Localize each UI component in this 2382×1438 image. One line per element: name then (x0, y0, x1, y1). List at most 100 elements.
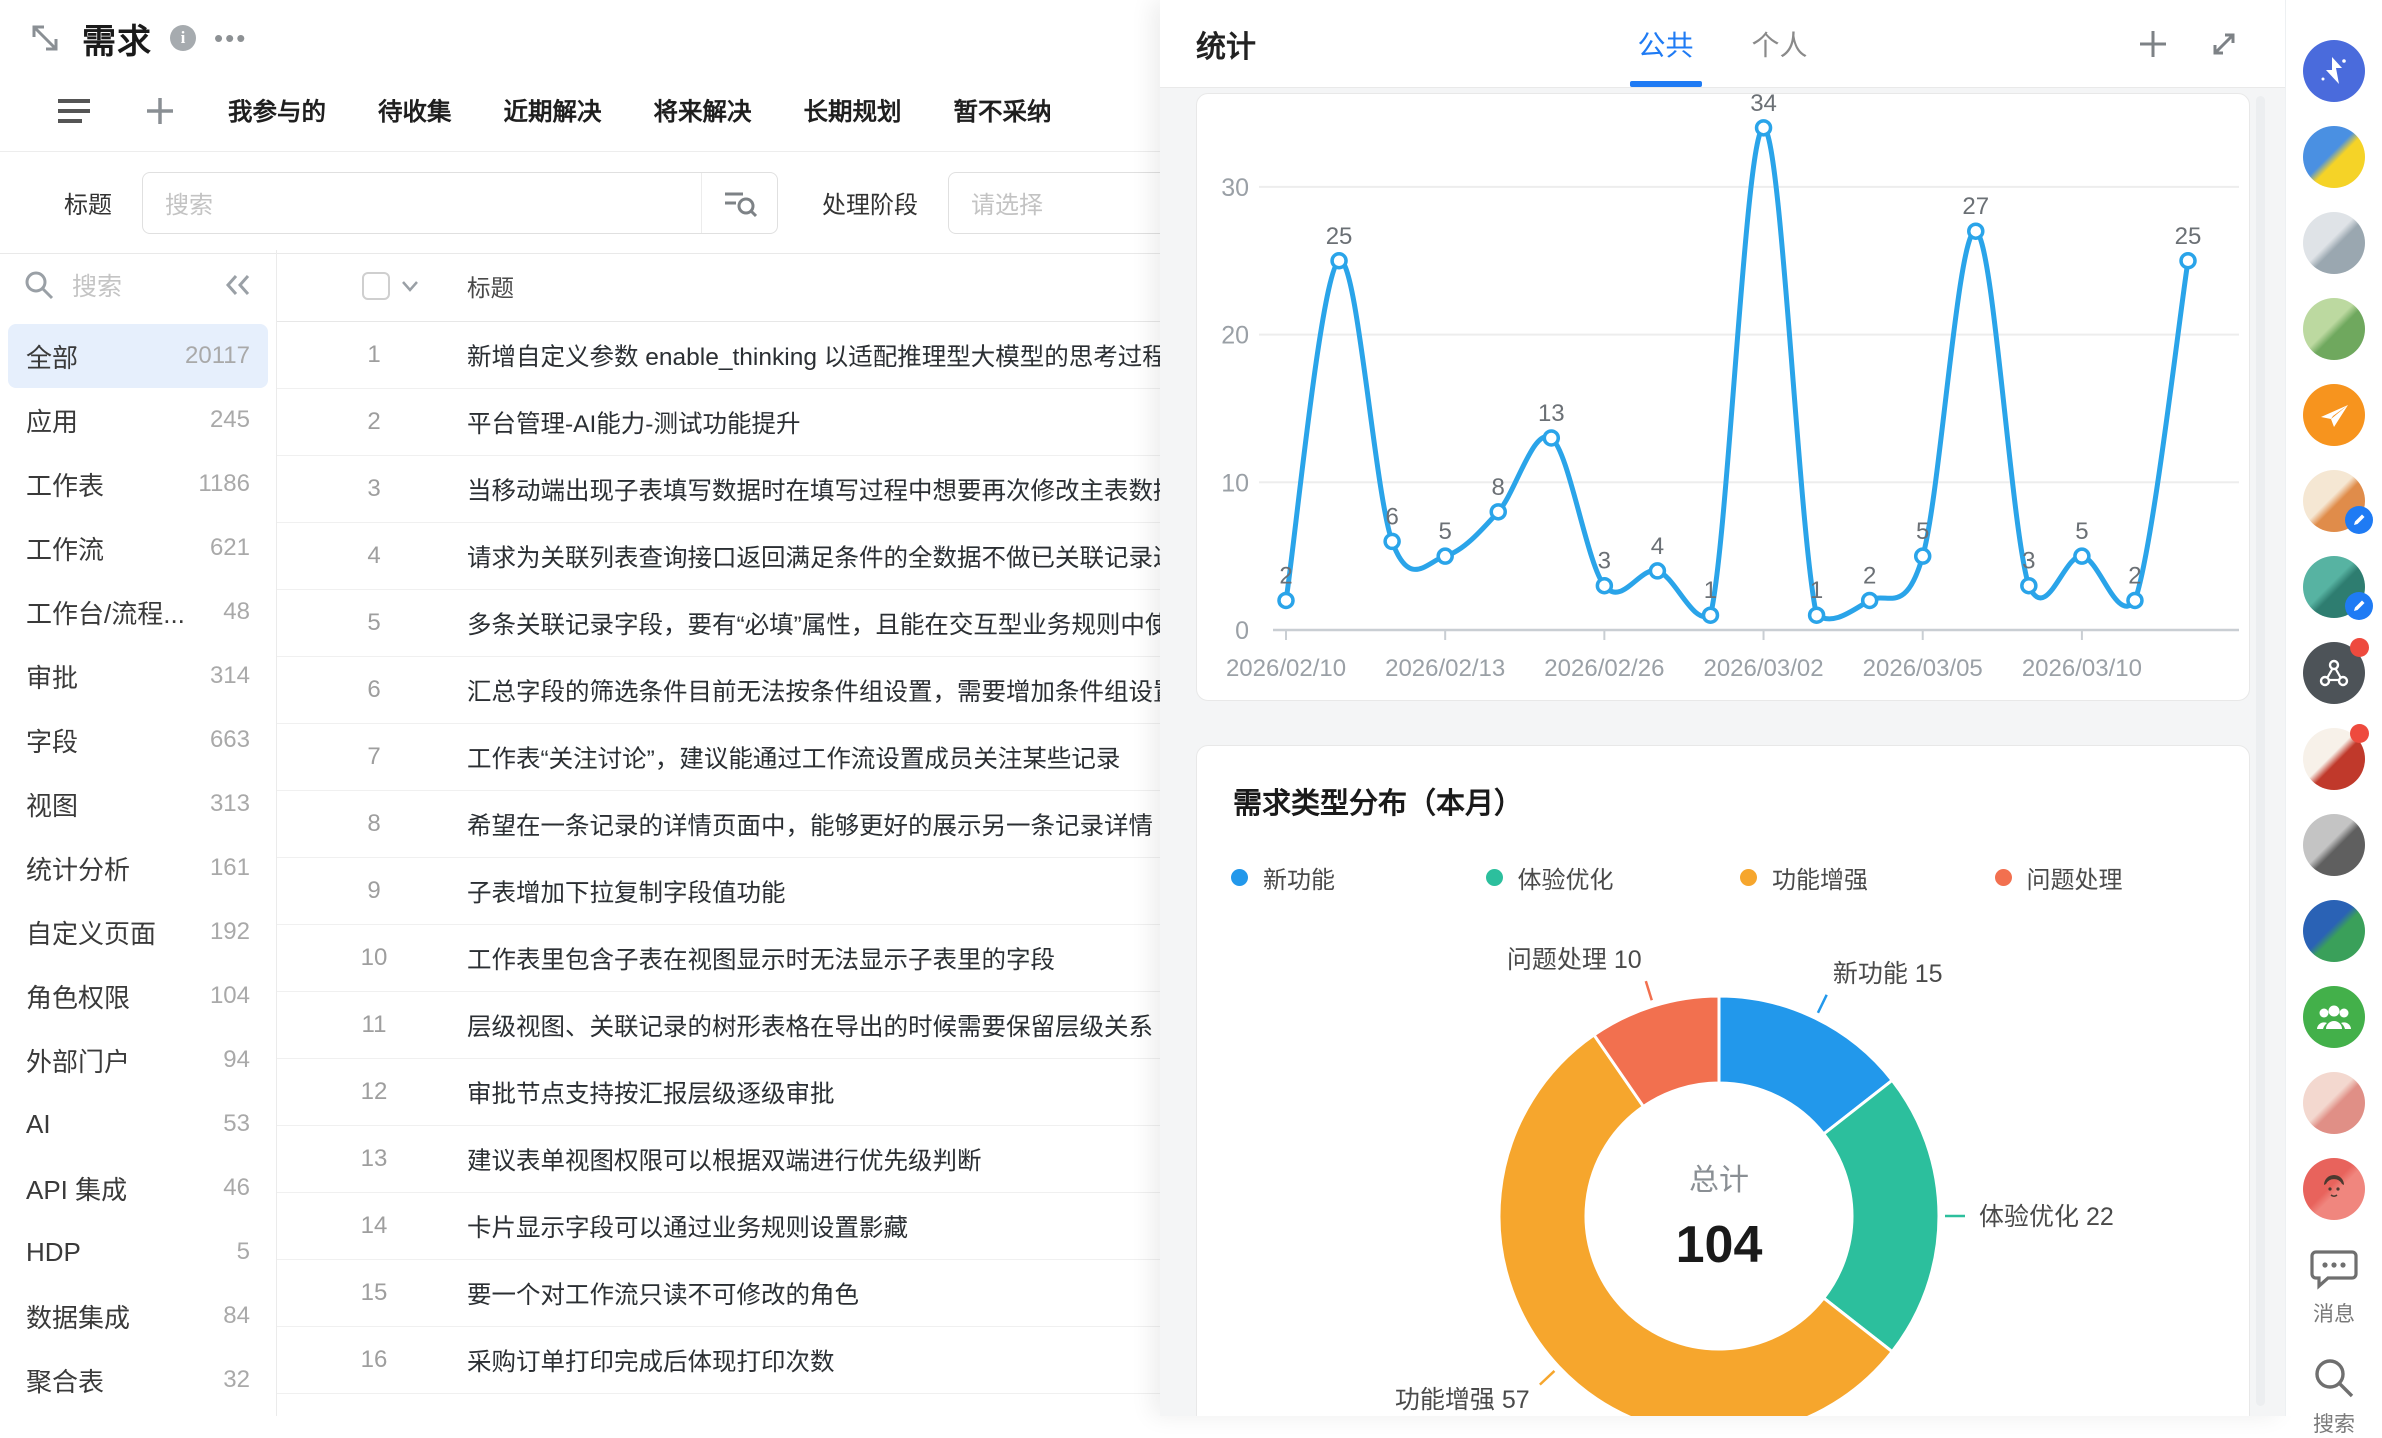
line-chart[interactable]: 01020302026/02/102026/02/132026/02/26202… (1197, 94, 2249, 699)
sidebar-search[interactable]: 搜索 (0, 250, 276, 320)
community-avatar[interactable] (2303, 470, 2365, 532)
sidebar-item-count: 192 (210, 918, 250, 946)
donut-chart-title: 需求类型分布（本月） (1233, 780, 2249, 822)
person-teal-avatar[interactable] (2303, 556, 2365, 618)
sidebar-item-count: 621 (210, 534, 250, 562)
view-list-icon[interactable] (56, 96, 92, 126)
sidebar-item[interactable]: 数据集成84 (8, 1284, 268, 1348)
svg-text:10: 10 (1221, 469, 1249, 497)
donut-chart[interactable]: 新功能 15体验优化 22功能增强 57问题处理 10总计104 (1197, 906, 2250, 1416)
view-tab-1[interactable]: 我参与的 (228, 93, 326, 128)
lego-avatar[interactable] (2303, 126, 2365, 188)
sidebar-item[interactable]: 聚合表32 (8, 1348, 268, 1412)
view-tab-2[interactable]: 待收集 (378, 93, 452, 128)
red-art-avatar[interactable] (2303, 728, 2365, 790)
sidebar-item[interactable]: 应用245 (8, 388, 268, 452)
row-title: 卡片显示字段可以通过业务规则设置影藏 (467, 1209, 908, 1244)
row-number: 4 (277, 542, 467, 570)
sidebar-item-count: 53 (223, 1110, 250, 1138)
sidebar-item[interactable]: 审批 314 (8, 644, 268, 708)
svg-text:2026/02/13: 2026/02/13 (1385, 655, 1505, 682)
sidebar-item[interactable]: 全部20117 (8, 324, 268, 388)
stats-tab-1[interactable]: 公共 (1637, 0, 1693, 87)
paper-plane-avatar[interactable] (2303, 384, 2365, 446)
sidebar-item[interactable]: AI53 (8, 1092, 268, 1156)
row-title: 请求为关联列表查询接口返回满足条件的全数据不做已关联记录过滤 (467, 539, 1202, 574)
legend-item[interactable]: 问题处理 (1995, 860, 2250, 895)
row-number: 2 (277, 408, 467, 436)
sidebar-item[interactable]: 统计分析161 (8, 836, 268, 900)
row-number: 8 (277, 810, 467, 838)
collapse-diagonal-icon[interactable] (26, 19, 64, 57)
svg-text:6: 6 (1385, 503, 1398, 530)
add-view-icon[interactable] (144, 95, 176, 127)
svg-text:2: 2 (2128, 562, 2141, 589)
info-icon[interactable]: i (170, 25, 196, 51)
svg-text:5: 5 (2075, 518, 2088, 545)
chevron-down-icon[interactable] (400, 279, 420, 293)
view-tab-6[interactable]: 暂不采纳 (954, 93, 1052, 128)
fullscreen-icon[interactable] (2207, 27, 2241, 61)
search-icon (2312, 1356, 2356, 1400)
group-avatar[interactable] (2303, 986, 2365, 1048)
global-search-nav[interactable]: 搜索 (2312, 1356, 2356, 1438)
sidebar-item[interactable]: HDP 5 (8, 1220, 268, 1284)
hub-avatar[interactable] (2303, 642, 2365, 704)
face-icon (2317, 1172, 2351, 1206)
row-number: 11 (277, 1011, 467, 1039)
view-tab-4[interactable]: 将来解决 (654, 93, 752, 128)
stats-scrollbar[interactable] (2256, 96, 2265, 1406)
sidebar-item-count: 314 (210, 662, 250, 690)
goose-avatar[interactable] (2303, 298, 2365, 360)
sidebar-item[interactable]: 视图313 (8, 772, 268, 836)
global-search-label: 搜索 (2313, 1408, 2355, 1438)
ai-assistant-avatar[interactable] (2303, 40, 2365, 102)
stats-title: 统计 (1196, 22, 1256, 66)
collapse-sidebar-icon[interactable] (224, 273, 252, 297)
bw-photo-avatar[interactable] (2303, 814, 2365, 876)
legend-item[interactable]: 新功能 (1231, 860, 1486, 895)
svg-text:3: 3 (1598, 548, 1611, 575)
sidebar-item-label: HDP (26, 1237, 81, 1268)
user-avatar[interactable] (2303, 1158, 2365, 1220)
sidebar-item-count: 5 (237, 1238, 250, 1266)
advanced-search-icon[interactable] (701, 173, 777, 233)
sidebar-item-count: 245 (210, 406, 250, 434)
sidebar-item-label: 审批 (26, 658, 78, 695)
legend-item[interactable]: 功能增强 (1740, 860, 1995, 895)
title-filter-label: 标题 (64, 185, 112, 220)
sidebar-item[interactable]: 工作台/流程...48 (8, 580, 268, 644)
legend-dot (1231, 869, 1248, 886)
cartoon-girl-avatar[interactable] (2303, 1072, 2365, 1134)
title-search-input[interactable]: 搜索 (142, 172, 778, 234)
row-title: 希望在一条记录的详情页面中，能够更好的展示另一条记录详情 (467, 807, 1153, 842)
title-column-header[interactable]: 标题 (467, 269, 514, 303)
sidebar-item-label: 聚合表 (26, 1362, 104, 1399)
sidebar-item[interactable]: 字段663 (8, 708, 268, 772)
sidebar-item[interactable]: API 集成46 (8, 1156, 268, 1220)
consultant-avatar[interactable] (2303, 212, 2365, 274)
view-tab-3[interactable]: 近期解决 (504, 93, 602, 128)
sidebar-item[interactable]: 自定义页面192 (8, 900, 268, 964)
svg-text:2: 2 (1279, 562, 1292, 589)
add-chart-icon[interactable] (2137, 28, 2169, 60)
chat-bubble-icon (2310, 1248, 2358, 1290)
legend-label: 新功能 (1263, 860, 1335, 895)
messages-nav[interactable]: 消息 (2310, 1248, 2358, 1328)
row-number: 3 (277, 475, 467, 503)
row-number: 1 (277, 341, 467, 369)
svg-text:2026/02/26: 2026/02/26 (1544, 655, 1664, 682)
legend-item[interactable]: 体验优化 (1486, 860, 1741, 895)
select-all-checkbox[interactable] (362, 272, 390, 300)
sidebar-item[interactable]: 工作表1186 (8, 452, 268, 516)
sidebar-item-count: 94 (223, 1046, 250, 1074)
svg-text:1: 1 (1704, 577, 1717, 604)
earth-avatar[interactable] (2303, 900, 2365, 962)
sidebar-item[interactable]: 角色权限104 (8, 964, 268, 1028)
sidebar-item[interactable]: 外部门户94 (8, 1028, 268, 1092)
stats-tab-2[interactable]: 个人 (1752, 0, 1808, 87)
more-icon[interactable]: ••• (214, 33, 247, 43)
view-tab-5[interactable]: 长期规划 (804, 93, 902, 128)
sidebar-item-count: 104 (210, 982, 250, 1010)
sidebar-item[interactable]: 工作流621 (8, 516, 268, 580)
